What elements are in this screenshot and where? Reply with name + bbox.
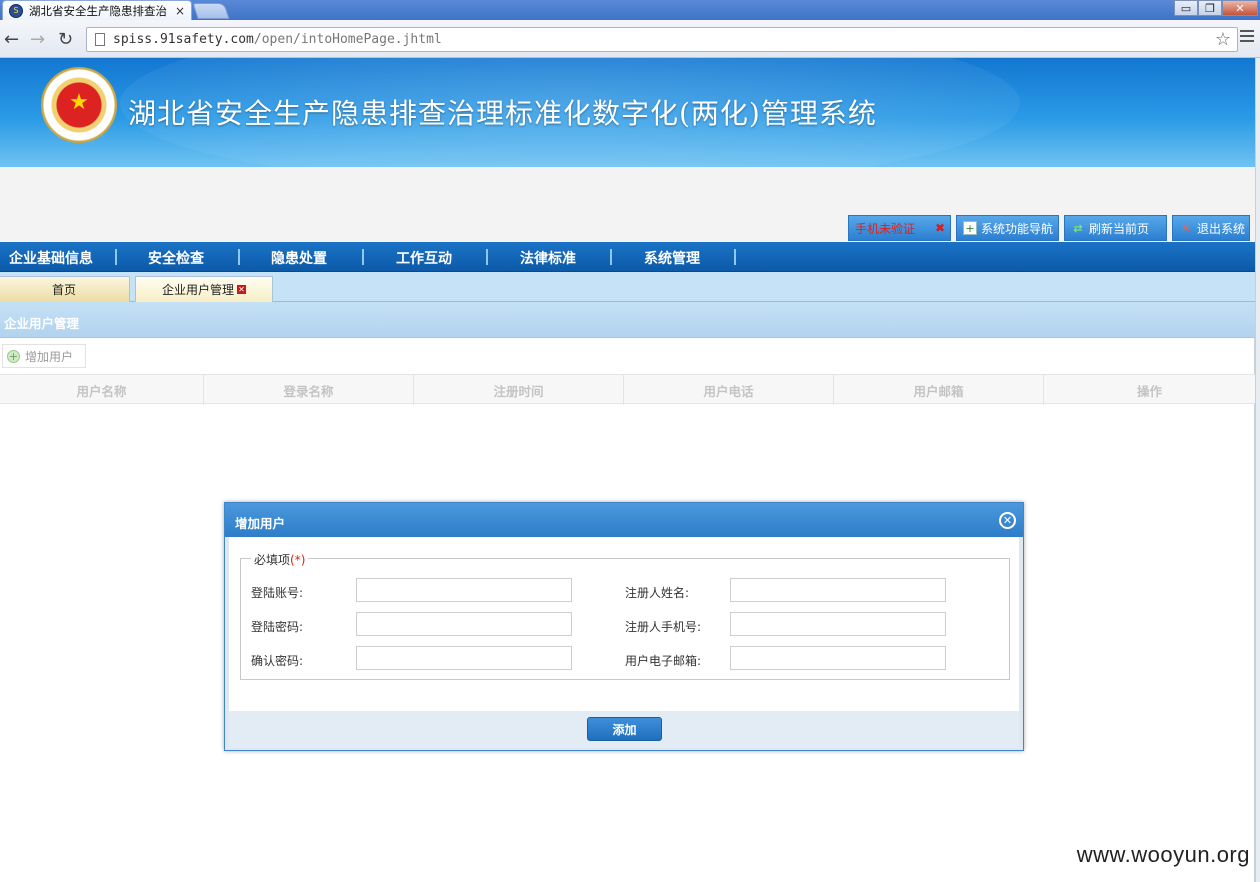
url-text: spiss.91safety.com/open/intoHomePage.jht… xyxy=(113,32,442,47)
login-account-label: 登陆账号: xyxy=(251,586,304,600)
tab-home[interactable]: 首页 xyxy=(0,276,130,302)
close-icon: ✖ xyxy=(934,221,945,235)
main-navigation: 企业基础信息 安全检查 隐患处置 工作互动 法律标准 系统管理 xyxy=(0,242,1255,272)
add-submit-button[interactable]: 添加 xyxy=(587,717,662,741)
dialog-header: 增加用户 ✕ xyxy=(225,503,1023,537)
nav-separator xyxy=(610,249,612,265)
column-login-name[interactable]: 登录名称 xyxy=(204,375,414,405)
add-icon: + xyxy=(7,349,20,363)
system-navigation-button[interactable]: + 系统功能导航 xyxy=(956,215,1059,241)
logout-label: 退出系统 xyxy=(1197,221,1246,236)
add-user-dialog: 增加用户 ✕ 必填项(*) 登陆账号: 注册人姓名: 登陆密码: 注册人手机号:… xyxy=(224,502,1024,751)
address-bar[interactable]: spiss.91safety.com/open/intoHomePage.jht… xyxy=(86,27,1238,52)
refresh-page-label: 刷新当前页 xyxy=(1089,221,1150,236)
add-user-label: 增加用户 xyxy=(25,349,74,364)
browser-toolbar: ← → ↻ spiss.91safety.com/open/intoHomePa… xyxy=(0,20,1260,58)
confirm-password-label: 确认密码: xyxy=(251,654,304,668)
browser-menu-icon[interactable] xyxy=(1240,30,1254,44)
phone-unverified-button[interactable]: 手机未验证 ✖ xyxy=(848,215,951,241)
required-fieldset: 必填项(*) 登陆账号: 注册人姓名: 登陆密码: 注册人手机号: 确认密码: … xyxy=(240,551,1010,680)
login-password-input[interactable] xyxy=(356,612,572,636)
phone-unverified-label: 手机未验证 xyxy=(855,221,916,236)
window-close-icon[interactable]: ✕ xyxy=(1222,0,1258,16)
back-arrow-icon[interactable]: ← xyxy=(4,29,19,50)
fieldset-legend: 必填项(*) xyxy=(251,551,309,568)
page-icon xyxy=(95,33,105,46)
tab-close-icon[interactable]: × xyxy=(175,4,185,18)
login-account-input[interactable] xyxy=(356,578,572,602)
reload-icon[interactable]: ↻ xyxy=(58,29,73,50)
browser-tab-title: 湖北省安全生产隐患排查治 xyxy=(29,3,167,18)
table-header: 用户名称 登录名称 注册时间 用户电话 用户邮箱 操作 xyxy=(0,374,1255,405)
registrant-phone-label: 注册人手机号: xyxy=(625,620,702,634)
email-label: 用户电子邮箱: xyxy=(625,654,702,668)
confirm-password-input[interactable] xyxy=(356,646,572,670)
dialog-body: 必填项(*) 登陆账号: 注册人姓名: 登陆密码: 注册人手机号: 确认密码: … xyxy=(229,537,1019,711)
registrant-name-label: 注册人姓名: xyxy=(625,586,690,600)
browser-title-bar: S 湖北省安全生产隐患排查治 × ▭ ❐ ✕ xyxy=(0,0,1260,20)
registrant-name-input[interactable] xyxy=(730,578,946,602)
column-register-time[interactable]: 注册时间 xyxy=(414,375,624,405)
site-favicon-icon: S xyxy=(9,3,23,18)
column-actions[interactable]: 操作 xyxy=(1044,375,1255,405)
nav-item-law-standards[interactable]: 法律标准 xyxy=(520,248,576,268)
page-tab-bar: 首页 企业用户管理 ✕ xyxy=(0,272,1255,302)
tab-enterprise-users-label: 企业用户管理 xyxy=(161,283,234,297)
nav-separator xyxy=(734,249,736,265)
refresh-page-button[interactable]: ⇄ 刷新当前页 xyxy=(1064,215,1167,241)
column-username[interactable]: 用户名称 xyxy=(0,375,204,405)
nav-item-hazard-handling[interactable]: 隐患处置 xyxy=(271,248,327,268)
nav-item-safety-check[interactable]: 安全检查 xyxy=(148,248,204,268)
page-scrollbar[interactable] xyxy=(1255,58,1260,882)
nav-item-enterprise-info[interactable]: 企业基础信息 xyxy=(9,248,93,268)
logout-button[interactable]: ✕ 退出系统 xyxy=(1172,215,1250,241)
minimize-icon[interactable]: ▭ xyxy=(1174,0,1198,16)
registrant-phone-input[interactable] xyxy=(730,612,946,636)
dialog-footer: 添加 xyxy=(229,711,1019,748)
tab-enterprise-users[interactable]: 企业用户管理 ✕ xyxy=(135,276,273,302)
restore-icon[interactable]: ❐ xyxy=(1198,0,1222,16)
login-password-label: 登陆密码: xyxy=(251,620,304,634)
dialog-close-icon[interactable]: ✕ xyxy=(999,512,1016,529)
dialog-title: 增加用户 xyxy=(235,516,286,531)
forward-arrow-icon[interactable]: → xyxy=(30,29,45,50)
nav-separator xyxy=(362,249,364,265)
nav-item-system-management[interactable]: 系统管理 xyxy=(644,248,700,268)
new-tab-button[interactable] xyxy=(192,3,230,19)
tab-close-icon[interactable]: ✕ xyxy=(237,285,246,294)
panel-title: 企业用户管理 xyxy=(0,302,1255,338)
nav-separator xyxy=(486,249,488,265)
watermark: www.wooyun.org xyxy=(1076,842,1250,867)
window-controls: ▭ ❐ ✕ xyxy=(1174,0,1258,16)
url-path: /open/intoHomePage.jhtml xyxy=(253,32,442,47)
required-marker: (*) xyxy=(290,553,306,567)
site-banner: ★ 湖北省安全生产隐患排查治理标准化数字化(两化)管理系统 xyxy=(0,58,1255,167)
email-input[interactable] xyxy=(730,646,946,670)
nav-separator xyxy=(238,249,240,265)
column-user-email[interactable]: 用户邮箱 xyxy=(834,375,1044,405)
document-icon: + xyxy=(963,221,977,235)
nav-separator xyxy=(115,249,117,265)
column-user-phone[interactable]: 用户电话 xyxy=(624,375,834,405)
bookmark-star-icon[interactable]: ☆ xyxy=(1215,29,1231,50)
browser-tab[interactable]: S 湖北省安全生产隐患排查治 × xyxy=(2,0,192,20)
tab-home-label: 首页 xyxy=(51,283,76,297)
url-host: spiss.91safety.com xyxy=(113,32,254,47)
refresh-icon: ⇄ xyxy=(1073,221,1083,235)
national-emblem-logo: ★ xyxy=(41,67,117,143)
logout-x-icon: ✕ xyxy=(1181,221,1191,235)
system-navigation-label: 系统功能导航 xyxy=(981,221,1054,236)
nav-item-work-interaction[interactable]: 工作互动 xyxy=(396,248,452,268)
legend-label: 必填项 xyxy=(254,553,291,567)
add-user-toolbar-button[interactable]: + 增加用户 xyxy=(2,344,86,368)
site-title: 湖北省安全生产隐患排查治理标准化数字化(两化)管理系统 xyxy=(128,97,877,130)
